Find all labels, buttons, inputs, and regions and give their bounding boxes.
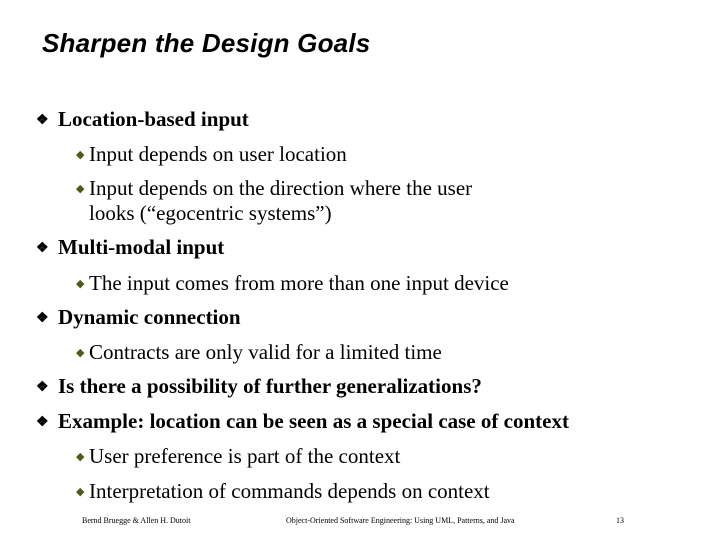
sub-bullet: ◆ Interpretation of commands depends on c…	[76, 479, 490, 503]
bullet-example-context: ❖ Example: location can be seen as a spec…	[36, 409, 569, 433]
diamond-bullet-icon: ◆	[76, 451, 85, 463]
diamond-bullet-icon: ◆	[76, 183, 85, 195]
diamond-bullet-icon: ◆	[76, 149, 85, 161]
footer-page-number: 13	[616, 516, 624, 525]
diamond-cluster-bullet-icon: ❖	[36, 380, 49, 395]
diamond-cluster-bullet-icon: ❖	[36, 241, 49, 256]
diamond-cluster-bullet-icon: ❖	[36, 311, 49, 326]
bullet-dynamic-connection: ❖ Dynamic connection	[36, 305, 241, 329]
sub-bullet: ◆ Input depends on the direction where th…	[76, 176, 473, 200]
sub-bullet: ◆ The input comes from more than one inpu…	[76, 271, 509, 295]
diamond-bullet-icon: ◆	[76, 347, 85, 359]
footer-authors: Bernd Bruegge & Allen H. Dutoit	[82, 516, 191, 525]
bullet-generalizations: ❖ Is there a possibility of further gener…	[36, 374, 482, 398]
bullet-multi-modal-input: ❖ Multi-modal input	[36, 235, 225, 259]
sub-bullet-continuation: looks (“egocentric systems”)	[89, 201, 332, 225]
bullet-location-based-input: ❖ Location-based input	[36, 107, 249, 131]
sub-bullet: ◆ Contracts are only valid for a limited …	[76, 340, 442, 364]
footer-book-title: Object-Oriented Software Engineering: Us…	[286, 516, 515, 525]
slide-title: Sharpen the Design Goals	[42, 28, 371, 58]
diamond-bullet-icon: ◆	[76, 486, 85, 498]
sub-bullet: ◆ Input depends on user location	[76, 142, 347, 166]
diamond-cluster-bullet-icon: ❖	[36, 415, 49, 430]
sub-bullet: ◆ User preference is part of the context	[76, 444, 401, 468]
diamond-bullet-icon: ◆	[76, 278, 85, 290]
diamond-cluster-bullet-icon: ❖	[36, 113, 49, 128]
